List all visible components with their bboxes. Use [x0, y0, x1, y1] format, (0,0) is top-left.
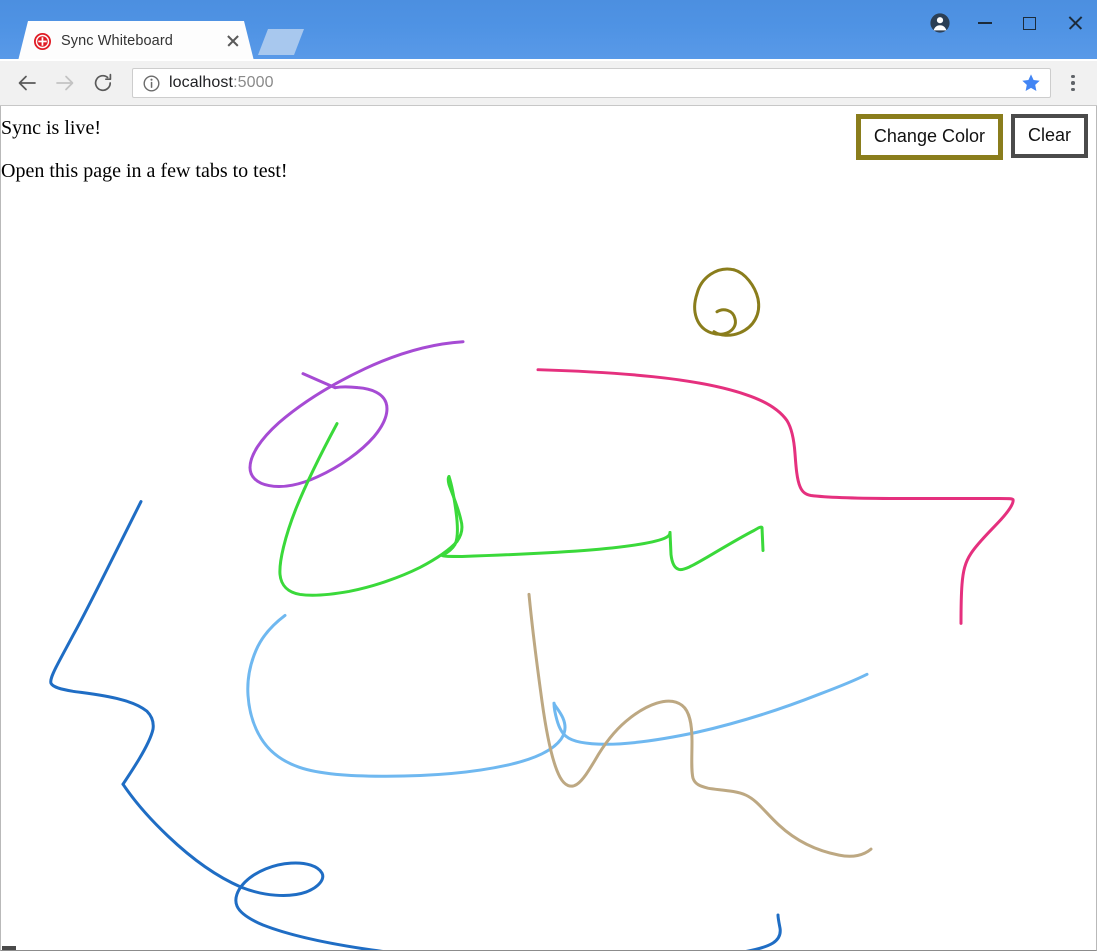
stroke-light-blue — [246, 613, 567, 778]
back-button[interactable] — [8, 64, 46, 102]
stroke-light-blue — [552, 672, 869, 746]
back-arrow-icon — [18, 75, 36, 91]
address-bar[interactable]: localhost:5000 — [132, 68, 1051, 98]
instruction-line: Open this page in a few tabs to test! — [1, 160, 288, 182]
menu-dot — [1071, 87, 1075, 92]
window-controls — [917, 0, 1097, 46]
browser-tab[interactable]: Sync Whiteboard — [18, 21, 254, 61]
stroke-green — [440, 475, 672, 558]
tab-strip: Sync Whiteboard — [0, 0, 1097, 61]
stroke-purple-loop — [248, 340, 465, 489]
browser-toolbar: localhost:5000 — [0, 61, 1097, 106]
stroke-olive-loop — [693, 267, 737, 336]
close-window-button[interactable] — [1052, 0, 1097, 46]
stroke-blue-upper — [49, 500, 155, 786]
tab-title: Sync Whiteboard — [61, 33, 173, 49]
minimize-icon — [977, 22, 992, 24]
whiteboard-button-row: Change Color Clear — [855, 114, 1088, 160]
maximize-button[interactable] — [1007, 0, 1052, 46]
whiteboard-drawing[interactable] — [1, 106, 1096, 950]
stroke-green — [668, 525, 765, 572]
whiteboard-canvas[interactable] — [1, 106, 1096, 950]
forward-arrow-icon — [56, 75, 74, 91]
maximize-icon — [1023, 16, 1036, 30]
menu-dot — [1071, 81, 1075, 85]
tab-close-icon[interactable] — [222, 30, 244, 52]
page-viewport: Sync is live! Open this page in a few ta… — [0, 106, 1097, 951]
stroke-tan — [527, 592, 873, 858]
stroke-blue-lower — [121, 782, 782, 950]
profile-avatar-icon[interactable] — [917, 0, 962, 46]
reload-button[interactable] — [84, 64, 122, 102]
browser-window: Sync Whiteboard localhost:5000 Sync is l… — [0, 0, 1097, 951]
stroke-pink — [536, 368, 1015, 625]
change-color-button[interactable]: Change Color — [855, 114, 1003, 160]
stroke-green — [278, 422, 464, 597]
scroll-corner — [2, 946, 16, 950]
reload-icon — [94, 73, 112, 92]
menu-dot — [1071, 74, 1075, 79]
forward-button — [46, 64, 84, 102]
close-icon — [1067, 15, 1083, 31]
red-circle-grid-favicon — [34, 32, 51, 50]
url-text: localhost:5000 — [169, 74, 1018, 92]
bookmark-star-icon[interactable] — [1018, 70, 1044, 96]
three-dot-menu-icon[interactable] — [1057, 64, 1089, 102]
minimize-button[interactable] — [962, 0, 1007, 46]
page-info-icon[interactable] — [143, 74, 160, 92]
stroke-purple-tail — [301, 372, 337, 390]
clear-button[interactable]: Clear — [1010, 114, 1088, 158]
url-port: :5000 — [233, 74, 274, 91]
new-tab-button[interactable] — [258, 29, 304, 55]
url-host: localhost — [169, 74, 234, 91]
status-line: Sync is live! — [1, 117, 101, 139]
